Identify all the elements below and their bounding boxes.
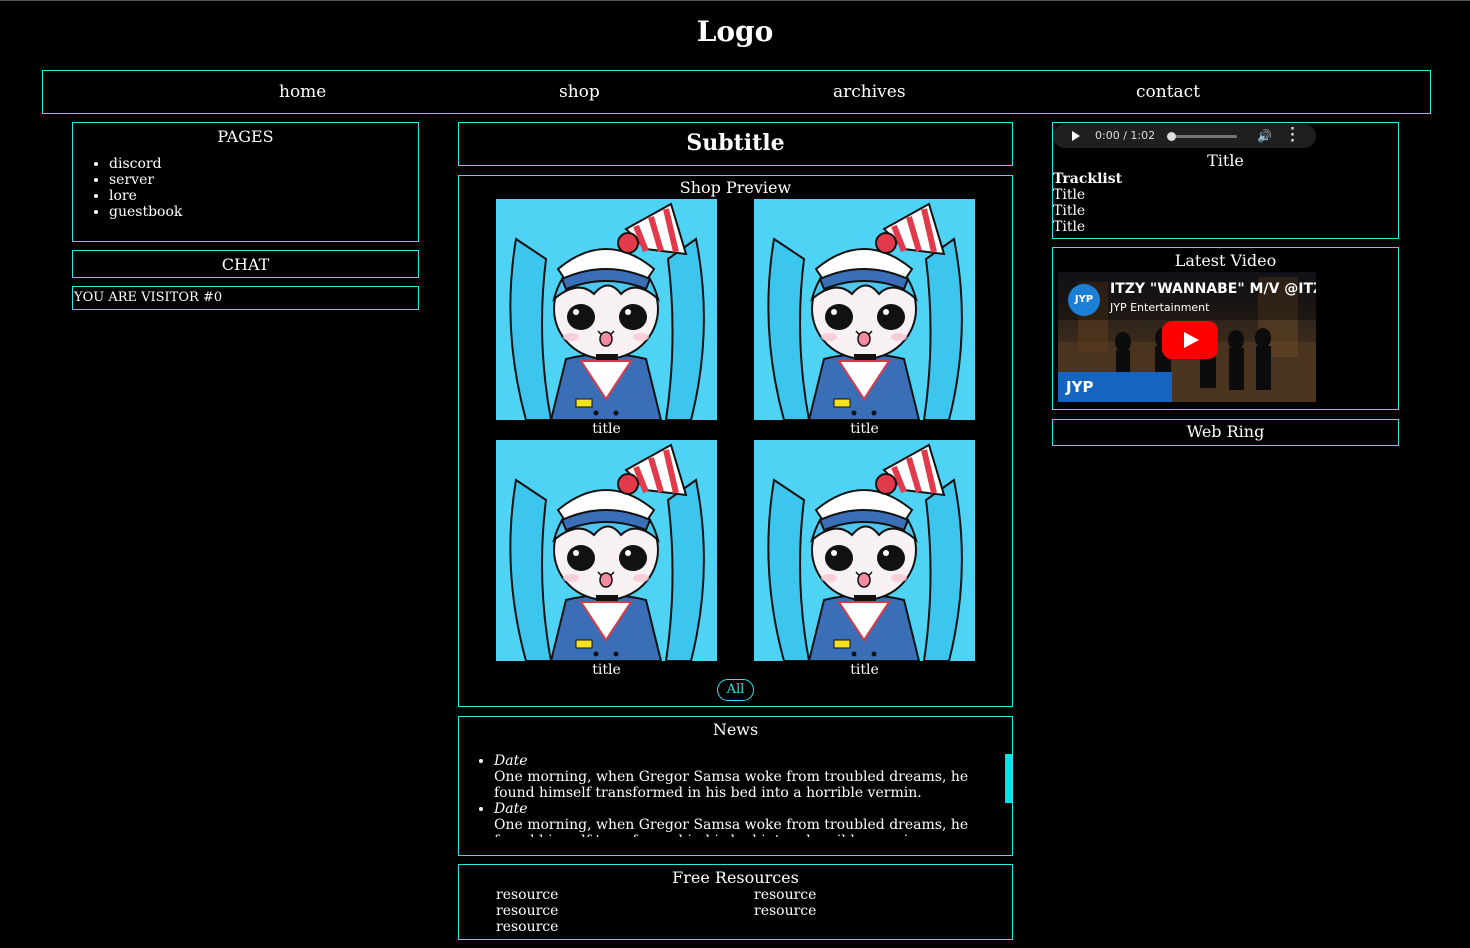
- page-link-lore[interactable]: lore: [109, 188, 418, 204]
- resource-link[interactable]: resource: [754, 903, 816, 919]
- video-title[interactable]: ITZY "WANNABE" M/V @ITZ: [1110, 281, 1316, 297]
- product-card[interactable]: title: [496, 440, 717, 679]
- webring-title: Web Ring: [1186, 422, 1265, 441]
- tracklist: Tracklist Title Title Title: [1053, 171, 1122, 235]
- product-card[interactable]: title: [754, 199, 975, 438]
- news-item: Date One morning, when Gregor Samsa woke…: [494, 753, 999, 801]
- resource-link[interactable]: resource: [496, 919, 558, 935]
- product-card[interactable]: title: [496, 199, 717, 438]
- latest-video-panel: Latest Video JYP ITZY "WANNABE" M/V @ITZ…: [1052, 247, 1399, 410]
- page-subtitle: Subtitle: [686, 130, 785, 156]
- subtitle-panel: Subtitle: [458, 122, 1013, 166]
- pages-list: discord server lore guestbook: [73, 156, 418, 220]
- resource-link[interactable]: resource: [496, 903, 558, 919]
- audio-time: 0:00 / 1:02: [1095, 129, 1156, 142]
- main-nav: home shop archives contact: [42, 70, 1431, 114]
- webring-panel: Web Ring: [1052, 419, 1399, 446]
- product-image: [496, 440, 717, 661]
- news-title: News: [712, 720, 759, 739]
- audio-progress-track[interactable]: [1171, 135, 1237, 138]
- pages-title: PAGES: [217, 127, 274, 146]
- news-text: One morning, when Gregor Samsa woke from…: [494, 769, 969, 801]
- music-title: Title: [1207, 151, 1244, 170]
- resources-panel: Free Resources resource resource resourc…: [458, 864, 1013, 940]
- news-date: Date: [494, 801, 528, 817]
- channel-badge: JYP OFFICIAL: [1058, 372, 1172, 402]
- resources-title: Free Resources: [672, 868, 799, 887]
- play-icon[interactable]: [1072, 131, 1080, 141]
- page-link-discord[interactable]: discord: [109, 156, 418, 172]
- volume-icon[interactable]: 🔊: [1257, 129, 1272, 143]
- youtube-play-button[interactable]: [1162, 321, 1218, 359]
- product-title: title: [850, 662, 879, 678]
- track-item[interactable]: Title: [1053, 219, 1085, 235]
- visitor-counter: YOU ARE VISITOR #0: [72, 286, 419, 310]
- product-image: [496, 199, 717, 420]
- video-embed[interactable]: JYP ITZY "WANNABE" M/V @ITZ JYP Entertai…: [1058, 272, 1316, 402]
- nav-contact[interactable]: contact: [1136, 82, 1200, 102]
- visitor-text: YOU ARE VISITOR #0: [74, 290, 223, 305]
- play-icon: [1184, 332, 1199, 348]
- page-link-guestbook[interactable]: guestbook: [109, 204, 418, 220]
- track-item[interactable]: Title: [1053, 203, 1085, 219]
- audio-progress-knob[interactable]: [1167, 132, 1176, 141]
- product-title: title: [592, 421, 621, 437]
- site-logo[interactable]: Logo: [0, 15, 1470, 48]
- product-title: title: [850, 421, 879, 437]
- product-card[interactable]: title: [754, 440, 975, 679]
- pages-panel: PAGES discord server lore guestbook: [72, 122, 419, 242]
- nav-shop[interactable]: shop: [559, 82, 600, 102]
- channel-avatar[interactable]: JYP: [1068, 284, 1100, 316]
- music-panel: 0:00 / 1:02 🔊 · · · Title Tracklist Title …: [1052, 122, 1399, 239]
- shop-preview-panel: Shop Preview title title title title All: [458, 175, 1013, 707]
- page-link-server[interactable]: server: [109, 172, 418, 188]
- news-scroll-area[interactable]: Date One morning, when Gregor Samsa woke…: [459, 753, 999, 837]
- track-item[interactable]: Title: [1053, 187, 1085, 203]
- video-channel: JYP Entertainment: [1110, 301, 1210, 314]
- resource-link[interactable]: resource: [496, 887, 558, 903]
- product-image: [754, 199, 975, 420]
- news-scrollbar[interactable]: [1005, 754, 1012, 803]
- shop-preview-title: Shop Preview: [679, 178, 792, 197]
- latest-video-title: Latest Video: [1174, 251, 1277, 270]
- chat-title: CHAT: [221, 255, 270, 274]
- chat-panel: CHAT: [72, 250, 419, 278]
- resource-link[interactable]: resource: [754, 887, 816, 903]
- news-panel: News Date One morning, when Gregor Samsa…: [458, 716, 1013, 856]
- news-text: One morning, when Gregor Samsa woke from…: [494, 817, 969, 837]
- news-date: Date: [494, 753, 528, 769]
- tracklist-label: Tracklist: [1053, 171, 1123, 187]
- nav-archives[interactable]: archives: [833, 82, 906, 102]
- product-image: [754, 440, 975, 661]
- shop-all-button[interactable]: All: [717, 679, 754, 701]
- nav-home[interactable]: home: [279, 82, 326, 102]
- more-options-icon[interactable]: · · ·: [1290, 123, 1295, 148]
- audio-player[interactable]: 0:00 / 1:02 🔊 · · ·: [1053, 123, 1316, 148]
- product-title: title: [592, 662, 621, 678]
- news-item: Date One morning, when Gregor Samsa woke…: [494, 801, 999, 837]
